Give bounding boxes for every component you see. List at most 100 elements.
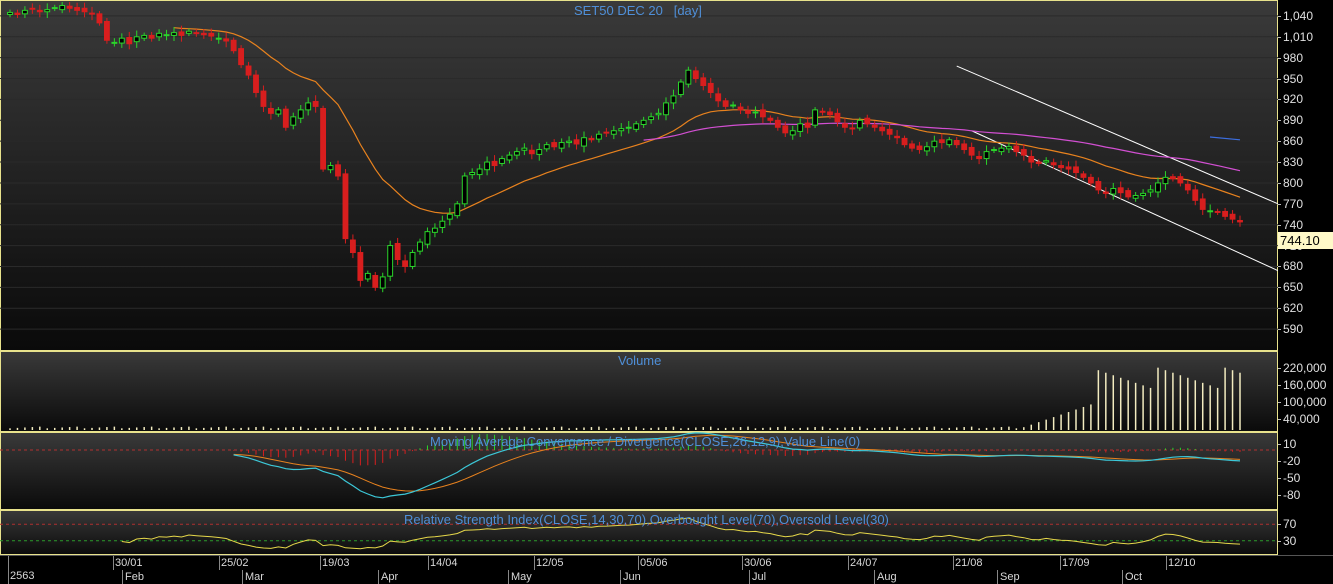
day-separator [742,556,743,570]
candle-body [685,69,692,85]
volume-pane[interactable]: Volume [0,351,1278,432]
candle-body [260,90,267,107]
price-pane[interactable]: SET50 DEC 20 [day] [0,0,1278,351]
candle-body [894,135,901,139]
candle-body [66,5,73,9]
candle-body [1155,182,1161,193]
chart-title-symbol: SET50 DEC 20 [574,3,663,18]
candle-body [282,108,289,128]
price-tick-label: 650 [1277,280,1304,295]
candle-body [44,9,51,13]
day-label: 25/02 [221,557,249,569]
macd-tick-label: -20 [1277,454,1301,469]
macd-pane[interactable]: Moving Average Convergence / Divergence(… [0,432,1278,510]
candle-body [931,140,938,148]
candle-body [417,241,423,252]
candle-body [171,32,177,36]
candle-body [499,158,505,164]
candle [812,107,819,128]
candle-body [431,227,438,233]
candle-body [379,276,386,289]
candle [461,172,468,208]
candle-body [349,239,356,254]
rsi-tick-label: 70 [1277,517,1297,532]
candle-body [1147,189,1154,193]
candle-body [1065,166,1072,170]
candle-body [1028,155,1035,163]
price-tick-label: 830 [1277,155,1304,170]
price-tick-label: 950 [1277,71,1304,86]
candle-body [1117,187,1124,194]
day-separator [1060,556,1061,570]
candle-body [856,119,863,129]
price-tick-label: 920 [1277,92,1304,107]
month-separator [508,570,509,584]
price-axis: 1,0401,010980950920890860830800770740710… [1277,0,1333,351]
candle-body [342,173,349,240]
candle-body [625,126,632,129]
candle-body [923,146,930,152]
candle-body [595,133,602,140]
candle-body [1199,198,1206,210]
candle [230,37,237,54]
month-separator [122,570,123,584]
day-label: 12/05 [536,557,564,569]
candle-body [1169,176,1176,180]
candle-body [581,137,587,147]
candle-body [506,154,513,161]
candle-body [588,137,595,141]
candle-body [752,111,759,114]
day-separator [848,556,849,570]
month-label: Oct [1125,571,1143,583]
day-label: 30/01 [115,557,143,569]
price-tick-label: 740 [1277,217,1304,232]
day-label: 19/03 [322,557,350,569]
candle-body [1073,166,1079,173]
candle-body [297,109,304,119]
day-separator [219,556,220,570]
rsi-tick-label: 30 [1277,533,1297,548]
rsi-pane[interactable]: Relative Strength Index(CLOSE,14,30,70),… [0,510,1278,555]
day-separator [638,556,639,570]
candle-body [812,109,819,126]
candle-body [409,252,416,267]
candle-body [156,32,163,38]
candle-body [1043,160,1050,163]
candle-body [871,124,878,128]
candle-body [185,30,192,34]
candle-body [677,81,684,96]
candle-body [1110,188,1117,195]
candle-body [938,139,945,144]
candle [409,249,416,270]
candle-body [51,7,58,10]
candle [320,105,327,172]
candle-body [394,242,401,260]
candle-body [446,213,453,220]
volume-tick-label: 100,000 [1277,394,1327,409]
candle-body [1184,183,1191,191]
candle-body [961,143,968,151]
chart-title-period: [day] [673,3,702,18]
candle-body [566,140,573,144]
candle-body [1102,191,1109,194]
day-label: 24/07 [850,557,878,569]
month-separator [378,570,379,584]
candle-body [7,11,13,16]
candle-body [1140,192,1147,196]
candle-body [357,252,364,281]
candle-body [1125,190,1132,198]
candle-body [759,109,766,118]
candle-body [715,93,722,102]
candle-body [640,119,647,125]
candle [685,66,692,88]
candle-body [543,144,550,150]
month-separator [997,570,998,584]
candle-body [953,139,960,146]
candle-body [692,70,699,80]
candle-body [782,125,789,134]
candle-body [1050,162,1057,166]
candle-body [230,39,237,52]
candle-body [513,151,520,156]
candle-body [1162,176,1169,185]
price-tick-label: 680 [1277,259,1304,274]
